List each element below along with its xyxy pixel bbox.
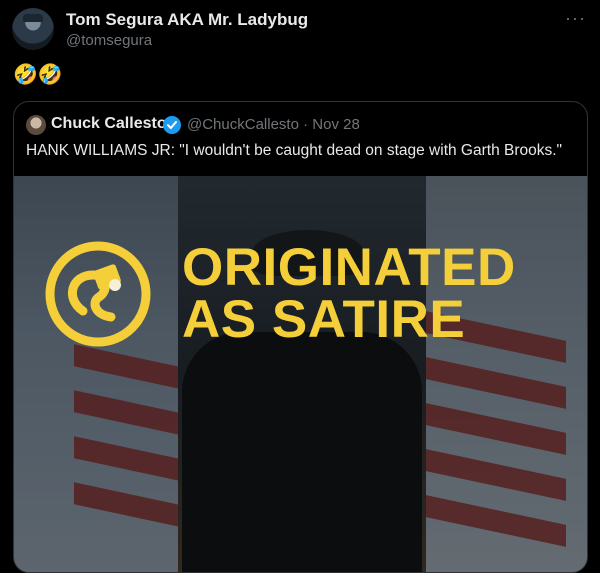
quoted-media-image[interactable]: ORIGINATED AS SATIRE (14, 176, 587, 572)
quoted-tweet[interactable]: Chuck Callesto @ChuckCallesto · Nov 28 H… (13, 101, 588, 573)
author-handle[interactable]: @tomsegura (66, 32, 152, 49)
headline-line-1: ORIGINATED (182, 238, 516, 297)
quoted-meta: @ChuckCallesto · Nov 28 (187, 116, 360, 133)
quoted-author-name[interactable]: Chuck Callesto (51, 115, 167, 133)
quoted-text: HANK WILLIAMS JR: "I wouldn't be caught … (26, 142, 563, 159)
tweet-text: 🤣🤣 (13, 64, 63, 86)
quoted-date[interactable]: Nov 28 (312, 116, 360, 133)
satire-logo-icon (45, 241, 151, 347)
headline-line-2: AS SATIRE (182, 290, 466, 349)
image-dim-overlay (14, 176, 587, 572)
satire-headline: ORIGINATED AS SATIRE (182, 238, 516, 349)
author-name[interactable]: Tom Segura AKA Mr. Ladybug (66, 10, 308, 30)
quoted-avatar[interactable] (26, 115, 46, 135)
quoted-author-handle[interactable]: @ChuckCallesto (187, 116, 299, 133)
avatar[interactable] (12, 8, 54, 50)
verified-badge-icon (163, 116, 181, 134)
meta-separator: · (298, 116, 313, 133)
more-options-icon[interactable]: ··· (565, 8, 586, 29)
